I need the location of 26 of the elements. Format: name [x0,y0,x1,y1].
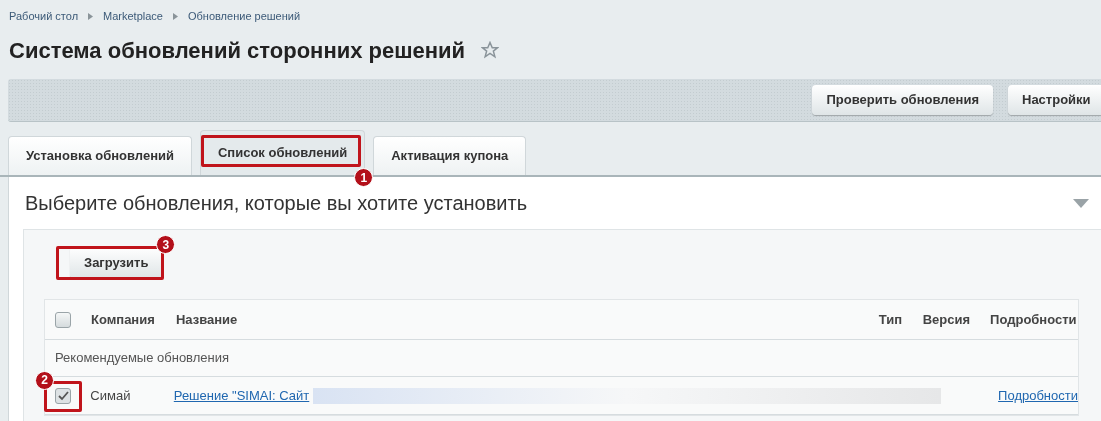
breadcrumb-link[interactable]: Marketplace [103,8,163,25]
column-header: Название [175,310,239,329]
number-badge: 2 [35,370,54,390]
checkbox[interactable] [55,387,71,404]
breadcrumb-link[interactable]: Обновление решений [188,8,301,25]
section-heading: Выберите обновления, которые вы хотите установить [24,191,528,216]
chevron-icon [88,13,94,20]
column-header: Тип [877,310,904,329]
toolbar-button[interactable]: Настройки [1008,85,1101,115]
page-title: Система обновлений сторонних решений [9,36,466,65]
checkbox[interactable] [55,311,71,328]
breadcrumb-link[interactable]: Рабочий стол [9,8,79,25]
column-header: Компания [90,310,156,329]
column-header: Подробности [989,310,1078,329]
tab[interactable]: Активация купона [373,136,527,175]
group-label: Рекомендуемые обновления [55,349,230,368]
number-badge: 3 [156,235,176,254]
column-header: Версия [921,310,972,329]
toolbar-button[interactable]: Проверить обновления [812,85,993,115]
tab[interactable]: Установка обновлений [8,136,192,175]
collapse-icon[interactable] [1073,198,1089,208]
details-link[interactable]: Подробности [998,385,1078,406]
table-cell-text: Симай [90,386,132,405]
solution-link[interactable]: Решение "SIMAI: Сайт [173,385,310,406]
star-icon[interactable] [481,41,500,59]
chevron-icon [173,13,178,20]
